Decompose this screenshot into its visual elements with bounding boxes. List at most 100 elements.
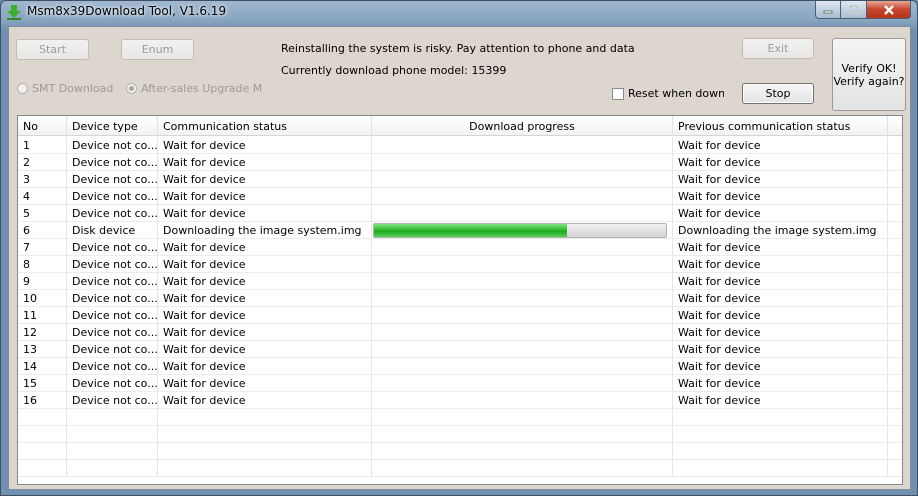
column-header-download-progress[interactable]: Download progress: [372, 116, 673, 136]
empty-cell: [158, 409, 372, 426]
empty-cell: [67, 460, 158, 477]
filler-cell: [888, 137, 902, 154]
table-row[interactable]: 16 Device not co... Wait for device Wait fo…: [18, 392, 902, 409]
communication-status-cell: Wait for device: [158, 324, 372, 341]
device-type-cell: Device not co...: [67, 341, 158, 358]
table-row[interactable]: 14 Device not co... Wait for device Wait fo…: [18, 358, 902, 375]
table-row[interactable]: 5 Device not co... Wait for device Wait for…: [18, 205, 902, 222]
empty-cell: [372, 409, 673, 426]
empty-cell: [888, 443, 902, 460]
device-type-cell: Device not co...: [67, 307, 158, 324]
table-row[interactable]: 3 Device not co... Wait for device Wait for…: [18, 171, 902, 188]
verify-status-label: Verify OK!: [841, 61, 897, 75]
filler-cell: [888, 290, 902, 307]
device-type-cell: Device not co...: [67, 324, 158, 341]
communication-status-cell: Wait for device: [158, 358, 372, 375]
table-row[interactable]: 12 Device not co... Wait for device Wait fo…: [18, 324, 902, 341]
minimize-icon: [823, 10, 833, 13]
download-progress-cell: [372, 137, 673, 154]
communication-status-cell: Downloading the image system.img: [158, 222, 372, 239]
row-number: 11: [18, 307, 67, 324]
table-row[interactable]: 4 Device not co... Wait for device Wait for…: [18, 188, 902, 205]
communication-status-cell: Wait for device: [158, 341, 372, 358]
download-progress-cell: [372, 239, 673, 256]
download-progress-cell: [372, 392, 673, 409]
filler-cell: [888, 171, 902, 188]
download-progress-bar: [373, 223, 667, 238]
communication-status-cell: Wait for device: [158, 290, 372, 307]
exit-button[interactable]: Exit: [742, 38, 814, 59]
table-row[interactable]: 9 Device not co... Wait for device Wait for…: [18, 273, 902, 290]
table-row[interactable]: 8 Device not co... Wait for device Wait for…: [18, 256, 902, 273]
table-row[interactable]: 6 Disk device Downloading the image system…: [18, 222, 902, 239]
table-row[interactable]: 11 Device not co... Wait for device Wait fo…: [18, 307, 902, 324]
device-type-cell: Device not co...: [67, 171, 158, 188]
maximize-button[interactable]: [841, 1, 867, 19]
row-number: 6: [18, 222, 67, 239]
smt-download-mode-radio[interactable]: SMT Download Mo: [17, 82, 115, 95]
previous-status-cell: Wait for device: [673, 137, 888, 154]
empty-cell: [673, 409, 888, 426]
column-header-device-type[interactable]: Device type: [67, 116, 158, 136]
start-button[interactable]: Start: [16, 39, 89, 60]
communication-status-cell: Wait for device: [158, 205, 372, 222]
device-type-cell: Device not co...: [67, 290, 158, 307]
row-number: 15: [18, 375, 67, 392]
filler-cell: [888, 239, 902, 256]
column-header-no[interactable]: No: [18, 116, 67, 136]
table-row[interactable]: 10 Device not co... Wait for device Wait fo…: [18, 290, 902, 307]
previous-status-cell: Wait for device: [673, 307, 888, 324]
device-table: No Device type Communication status Down…: [17, 115, 903, 485]
empty-cell: [673, 443, 888, 460]
device-type-cell: Device not co...: [67, 205, 158, 222]
communication-status-cell: Wait for device: [158, 256, 372, 273]
table-header: No Device type Communication status Down…: [18, 116, 902, 136]
download-progress-cell: [372, 307, 673, 324]
communication-status-cell: Wait for device: [158, 188, 372, 205]
previous-status-cell: Wait for device: [673, 154, 888, 171]
device-type-cell: Device not co...: [67, 256, 158, 273]
filler-cell: [888, 154, 902, 171]
table-row[interactable]: 13 Device not co... Wait for device Wait fo…: [18, 341, 902, 358]
radio-off-icon: [17, 83, 28, 94]
stop-button[interactable]: Stop: [742, 83, 814, 104]
row-number: 7: [18, 239, 67, 256]
device-type-cell: Device not co...: [67, 273, 158, 290]
minimize-button[interactable]: [815, 1, 841, 19]
row-number: 4: [18, 188, 67, 205]
verify-again-label: Verify again?: [833, 74, 905, 88]
row-number: 12: [18, 324, 67, 341]
empty-cell: [18, 443, 67, 460]
reset-when-download-checkbox[interactable]: Reset when downlc: [612, 87, 724, 100]
column-header-previous-status[interactable]: Previous communication status: [673, 116, 888, 136]
communication-status-cell: Wait for device: [158, 273, 372, 290]
previous-status-cell: Wait for device: [673, 290, 888, 307]
close-icon: [883, 4, 894, 15]
filler-cell: [888, 222, 902, 239]
title-bar[interactable]: Msm8x39Download Tool, V1.6.19: [1, 1, 917, 23]
row-number: 10: [18, 290, 67, 307]
verify-button[interactable]: Verify OK! Verify again?: [832, 38, 906, 111]
table-row[interactable]: 7 Device not co... Wait for device Wait for…: [18, 239, 902, 256]
table-row[interactable]: 2 Device not co... Wait for device Wait for…: [18, 154, 902, 171]
device-type-cell: Device not co...: [67, 375, 158, 392]
download-progress-cell: [372, 375, 673, 392]
table-row[interactable]: 15 Device not co... Wait for device Wait fo…: [18, 375, 902, 392]
enum-button[interactable]: Enum: [121, 39, 194, 60]
table-row[interactable]: 1 Device not co... Wait for device Wait for…: [18, 137, 902, 154]
empty-cell: [18, 460, 67, 477]
communication-status-cell: Wait for device: [158, 392, 372, 409]
communication-status-cell: Wait for device: [158, 137, 372, 154]
empty-cell: [158, 460, 372, 477]
previous-status-cell: Wait for device: [673, 392, 888, 409]
empty-cell: [18, 409, 67, 426]
window-title: Msm8x39Download Tool, V1.6.19: [27, 4, 227, 18]
communication-status-cell: Wait for device: [158, 239, 372, 256]
empty-cell: [372, 460, 673, 477]
empty-cell: [18, 426, 67, 443]
after-sales-upgrade-mode-radio[interactable]: After-sales Upgrade Moc: [126, 82, 262, 95]
column-header-communication-status[interactable]: Communication status: [158, 116, 372, 136]
empty-cell: [673, 460, 888, 477]
empty-cell: [158, 443, 372, 460]
close-button[interactable]: [867, 1, 911, 19]
